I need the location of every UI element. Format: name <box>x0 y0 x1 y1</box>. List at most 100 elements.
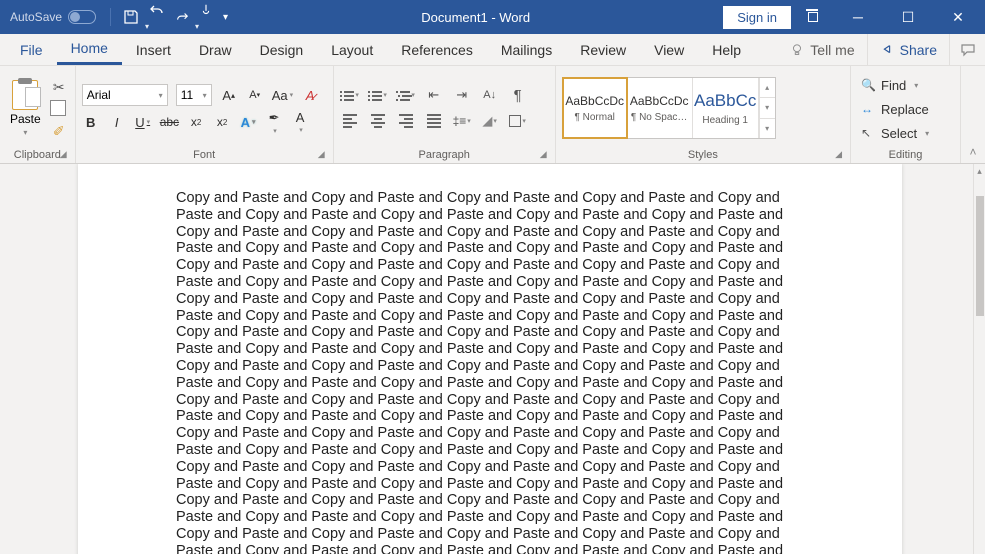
share-button[interactable]: Share <box>867 34 949 65</box>
copy-icon <box>52 102 66 116</box>
styles-gallery: AaBbCcDc ¶ Normal AaBbCcDc ¶ No Spac… Aa… <box>562 77 776 139</box>
find-button[interactable]: 🔍 Find ▾ <box>857 75 933 95</box>
group-label-paragraph: Paragraph <box>419 149 470 161</box>
strikethrough-button[interactable]: abc <box>160 112 179 132</box>
paste-label: Paste <box>10 112 41 126</box>
sort-button[interactable]: A↓ <box>480 85 500 105</box>
highlighter-icon: ✒ <box>269 110 280 126</box>
align-center-button[interactable] <box>368 111 388 131</box>
tab-design[interactable]: Design <box>246 34 318 65</box>
vertical-scrollbar[interactable]: ▴ <box>973 164 985 554</box>
font-name-select[interactable]: Arial▾ <box>82 84 168 106</box>
line-spacing-icon: ‡≡ <box>453 114 467 128</box>
paragraph-launcher[interactable]: ◢ <box>540 149 547 160</box>
ribbon-display-options[interactable] <box>795 0 831 34</box>
shrink-font-button[interactable]: A▾ <box>246 85 264 105</box>
tab-review[interactable]: Review <box>566 34 640 65</box>
increase-indent-button[interactable]: ⇥ <box>452 85 472 105</box>
minimize-button[interactable]: ─ <box>835 0 881 34</box>
justify-icon <box>427 112 441 130</box>
signin-button[interactable]: Sign in <box>723 6 791 29</box>
styles-launcher[interactable]: ◢ <box>835 149 842 160</box>
document-page[interactable]: Copy and Paste and Copy and Paste and Co… <box>78 164 902 554</box>
autosave-label: AutoSave <box>10 10 62 24</box>
tab-file[interactable]: File <box>6 34 57 65</box>
scroll-up-button[interactable]: ▴ <box>974 164 985 178</box>
styles-expand[interactable]: ▾ <box>760 119 775 138</box>
change-case-button[interactable]: Aa <box>272 85 293 105</box>
tell-me-search[interactable]: Tell me <box>778 42 866 58</box>
align-left-icon <box>343 112 357 130</box>
title-bar: AutoSave ▾ ▾ ▾ Document1 - Word Sign in … <box>0 0 985 34</box>
font-launcher[interactable]: ◢ <box>318 149 325 160</box>
replace-icon: ↔ <box>861 102 875 116</box>
touch-mode-button[interactable]: ▾ <box>199 2 213 32</box>
justify-button[interactable] <box>424 111 444 131</box>
italic-button[interactable]: I <box>108 112 126 132</box>
tab-mailings[interactable]: Mailings <box>487 34 566 65</box>
tab-references[interactable]: References <box>387 34 487 65</box>
copy-button[interactable] <box>49 100 69 118</box>
style-normal[interactable]: AaBbCcDc ¶ Normal <box>562 77 628 139</box>
select-button[interactable]: ↖ Select ▾ <box>857 123 933 143</box>
redo-button[interactable] <box>175 10 189 24</box>
grow-font-button[interactable]: A▴ <box>220 85 238 105</box>
replace-button[interactable]: ↔ Replace <box>857 99 933 119</box>
comments-button[interactable] <box>949 34 985 65</box>
numbering-button[interactable] <box>368 85 388 105</box>
group-styles: AaBbCcDc ¶ Normal AaBbCcDc ¶ No Spac… Aa… <box>556 66 851 163</box>
group-clipboard: Paste ▾ ✂ ✐ Clipboard◢ <box>0 66 76 163</box>
tab-home[interactable]: Home <box>57 34 122 65</box>
line-spacing-button[interactable]: ‡≡ <box>452 111 472 131</box>
bold-button[interactable]: B <box>82 112 100 132</box>
text-effects-button[interactable]: A <box>239 112 257 132</box>
bullets-button[interactable] <box>340 85 360 105</box>
align-left-button[interactable] <box>340 111 360 131</box>
format-painter-button[interactable]: ✐ <box>49 122 69 140</box>
style-heading1[interactable]: AaBbCc Heading 1 <box>693 78 759 138</box>
decrease-indent-button[interactable]: ⇤ <box>424 85 444 105</box>
multilevel-icon <box>396 89 410 101</box>
window-title: Document1 - Word <box>228 10 723 25</box>
superscript-button[interactable]: x2 <box>213 112 231 132</box>
undo-button[interactable]: ▾ <box>149 2 165 32</box>
borders-button[interactable] <box>508 111 528 131</box>
styles-scroll-up[interactable]: ▴ <box>760 78 775 98</box>
share-label: Share <box>900 42 937 58</box>
align-center-icon <box>371 112 385 130</box>
clear-formatting-button[interactable]: A̷ <box>301 85 319 105</box>
subscript-button[interactable]: x2 <box>187 112 205 132</box>
font-size-select[interactable]: 11▾ <box>176 84 212 106</box>
paste-icon <box>12 80 38 110</box>
group-font: Arial▾ 11▾ A▴ A▾ Aa A̷ B I U abc x2 x2 A… <box>76 66 334 163</box>
collapse-ribbon-button[interactable]: ˄ <box>961 66 985 163</box>
maximize-button[interactable]: ☐ <box>885 0 931 34</box>
paste-button[interactable]: Paste ▾ <box>6 80 45 137</box>
show-marks-button[interactable]: ¶ <box>508 85 528 105</box>
shading-button[interactable]: ◢ <box>480 111 500 131</box>
clipboard-launcher[interactable]: ◢ <box>60 149 67 160</box>
numbering-icon <box>368 89 382 101</box>
underline-button[interactable]: U <box>134 112 152 132</box>
cut-button[interactable]: ✂ <box>49 78 69 96</box>
font-color-button[interactable]: A <box>291 112 309 132</box>
styles-scroll-down[interactable]: ▾ <box>760 98 775 118</box>
style-no-spacing[interactable]: AaBbCcDc ¶ No Spac… <box>627 78 693 138</box>
tab-layout[interactable]: Layout <box>317 34 387 65</box>
align-right-button[interactable] <box>396 111 416 131</box>
close-button[interactable]: ✕ <box>935 0 981 34</box>
cursor-icon: ↖ <box>861 126 875 140</box>
tab-insert[interactable]: Insert <box>122 34 185 65</box>
tab-draw[interactable]: Draw <box>185 34 246 65</box>
multilevel-list-button[interactable] <box>396 85 416 105</box>
paint-bucket-icon: ◢ <box>482 113 492 129</box>
highlight-button[interactable]: ✒ <box>265 112 283 132</box>
autosave-toggle[interactable]: AutoSave <box>10 10 96 24</box>
font-size-value: 11 <box>181 88 193 102</box>
tab-help[interactable]: Help <box>698 34 755 65</box>
document-body-text[interactable]: Copy and Paste and Copy and Paste and Co… <box>176 190 804 554</box>
scroll-thumb[interactable] <box>976 196 984 316</box>
tab-view[interactable]: View <box>640 34 698 65</box>
save-icon[interactable] <box>123 9 139 25</box>
font-color-icon: A <box>296 110 305 125</box>
